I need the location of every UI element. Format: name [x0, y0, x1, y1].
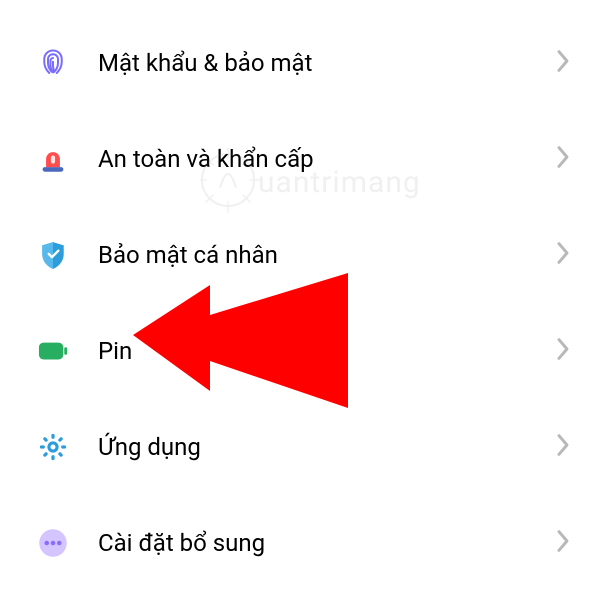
chevron-right-icon	[556, 337, 570, 365]
settings-item-safety-emergency[interactable]: An toàn và khẩn cấp	[0, 111, 600, 207]
settings-item-password-security[interactable]: Mật khẩu & bảo mật	[0, 15, 600, 111]
more-icon	[38, 528, 68, 558]
settings-item-label: Pin	[98, 337, 556, 365]
settings-item-additional-settings[interactable]: Cài đặt bổ sung	[0, 495, 600, 591]
chevron-right-icon	[556, 433, 570, 461]
settings-item-applications[interactable]: Ứng dụng	[0, 399, 600, 495]
apps-gear-icon	[38, 432, 68, 462]
settings-item-battery[interactable]: Pin	[0, 303, 600, 399]
settings-item-privacy-security[interactable]: Bảo mật cá nhân	[0, 207, 600, 303]
chevron-right-icon	[556, 145, 570, 173]
chevron-right-icon	[556, 241, 570, 269]
settings-list: Mật khẩu & bảo mật An toàn và khẩn cấp B…	[0, 0, 600, 591]
settings-item-label: Ứng dụng	[98, 433, 556, 461]
settings-item-label: Bảo mật cá nhân	[98, 241, 556, 269]
settings-item-label: Mật khẩu & bảo mật	[98, 49, 556, 77]
security-shield-icon	[38, 240, 68, 270]
settings-item-label: Cài đặt bổ sung	[98, 529, 556, 557]
chevron-right-icon	[556, 529, 570, 557]
battery-icon	[38, 336, 68, 366]
fingerprint-icon	[38, 48, 68, 78]
settings-item-label: An toàn và khẩn cấp	[98, 145, 556, 173]
emergency-icon	[38, 144, 68, 174]
chevron-right-icon	[556, 49, 570, 77]
